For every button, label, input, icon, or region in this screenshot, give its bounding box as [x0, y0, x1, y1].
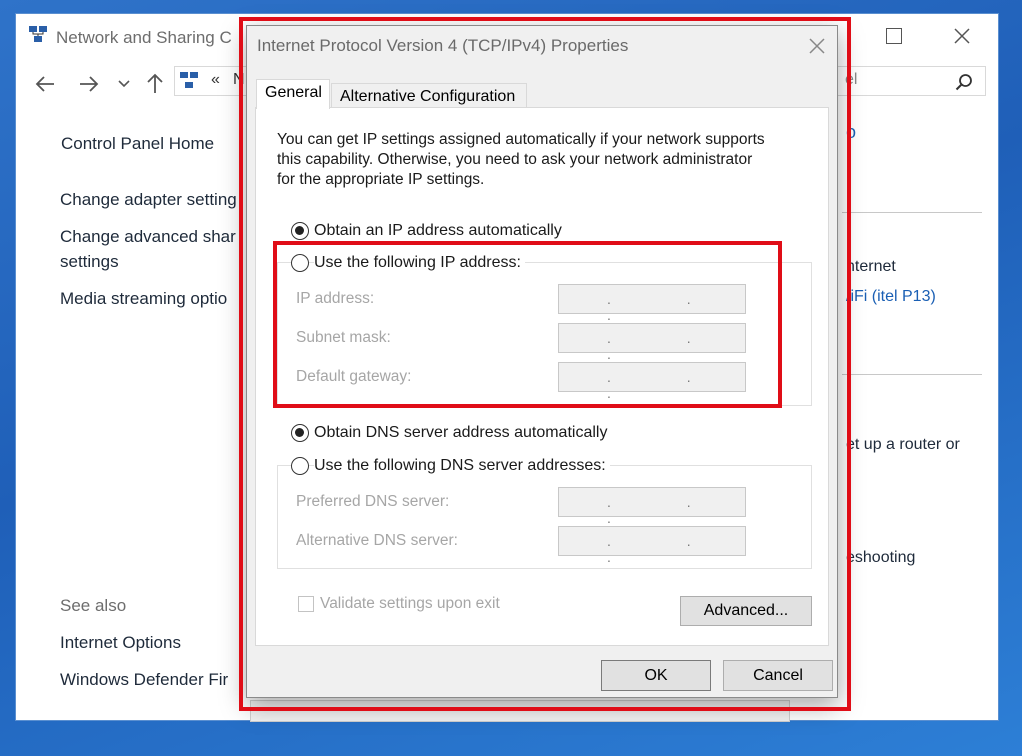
window-title: Network and Sharing C [56, 28, 232, 47]
recent-locations-chevron-icon[interactable] [118, 80, 130, 88]
up-arrow-icon[interactable] [146, 72, 164, 94]
maximize-button[interactable] [882, 24, 906, 48]
change-advanced-sharing-link-line2[interactable]: settings [60, 252, 119, 272]
change-advanced-sharing-link[interactable]: Change advanced shar [60, 227, 236, 247]
internet-access-text: nternet [846, 258, 896, 275]
divider-top [842, 212, 982, 213]
see-also-header: See also [60, 596, 127, 615]
annotation-outline-manual-ip [273, 241, 782, 408]
troubleshooting-text: eshooting [846, 549, 916, 566]
address-overflow[interactable]: « [211, 71, 220, 89]
close-window-button[interactable] [952, 20, 972, 52]
forward-arrow-icon[interactable] [78, 74, 100, 94]
windows-defender-firewall-link[interactable]: Windows Defender Fir [60, 670, 228, 690]
tab-general[interactable]: General [256, 79, 330, 109]
internet-options-link[interactable]: Internet Options [60, 633, 181, 653]
setup-router-text: et up a router or [846, 436, 960, 453]
media-streaming-link[interactable]: Media streaming optio [60, 289, 227, 309]
control-panel-location-icon [180, 72, 198, 88]
search-icon[interactable] [955, 73, 973, 91]
control-panel-home-link[interactable]: Control Panel Home [61, 134, 214, 154]
change-adapter-settings-link[interactable]: Change adapter setting [60, 190, 237, 210]
divider-middle [842, 374, 982, 375]
close-icon [954, 28, 970, 44]
network-sharing-app-icon [29, 26, 47, 42]
tab-general-label: General [265, 84, 322, 101]
back-arrow-icon[interactable] [34, 74, 56, 94]
wifi-connection-link[interactable]: /iFi (itel P13) [846, 288, 936, 306]
maximize-icon [886, 28, 902, 44]
